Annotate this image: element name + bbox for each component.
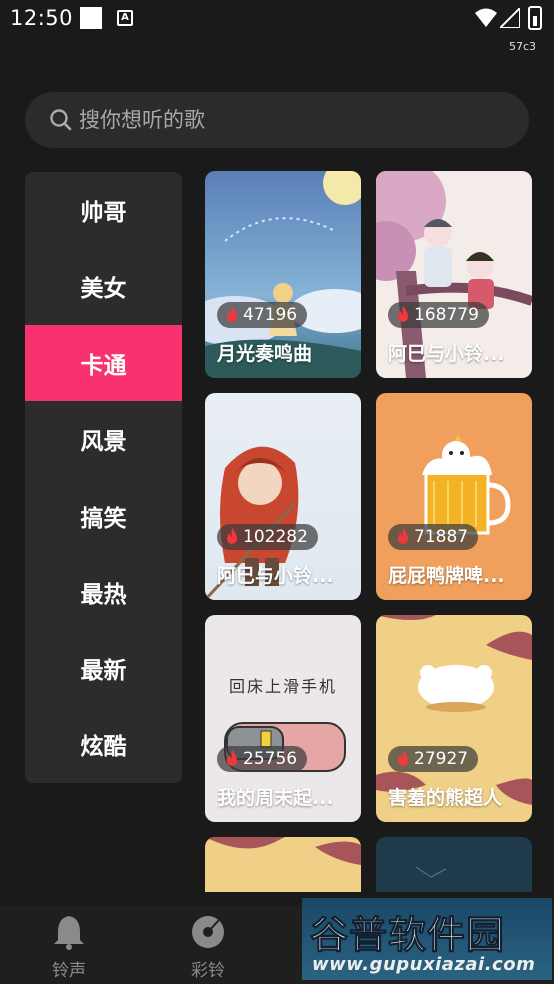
category-item-scenery[interactable]: 风景	[25, 401, 182, 477]
hot-count-badge: 47196	[217, 302, 308, 328]
status-time: 12:50	[10, 6, 74, 30]
nav-label: 铃声	[52, 961, 86, 981]
category-item-newest[interactable]: 最新	[25, 630, 182, 706]
nav-item-ringtone[interactable]: 铃声	[24, 906, 114, 984]
disc-icon	[192, 916, 224, 948]
category-item-funny[interactable]: 搞笑	[25, 478, 182, 554]
card-title: 屁屁鸭牌啤...	[388, 565, 505, 587]
hot-count: 47196	[243, 305, 298, 325]
category-sidebar: 帅哥 美女 卡通 风景 搞笑 最热 最新 炫酷	[25, 172, 182, 783]
wifi-icon	[475, 8, 497, 27]
hot-count-badge: 27927	[388, 746, 479, 772]
hot-count: 71887	[414, 527, 469, 547]
category-item-hottest[interactable]: 最热	[25, 554, 182, 630]
category-item-beauty[interactable]: 美女	[25, 248, 182, 324]
status-bar: 12:50 A 57c3	[0, 0, 554, 53]
battery-icon	[528, 6, 542, 30]
ringtone-card[interactable]: 102282 阿巳与小铃...	[205, 393, 361, 600]
category-item-cool[interactable]: 炫酷	[25, 706, 182, 782]
category-item-handsome[interactable]: 帅哥	[25, 172, 182, 248]
ringtone-card-partial[interactable]	[376, 837, 532, 892]
card-title: 阿巳与小铃...	[217, 565, 334, 587]
hot-count-badge: 25756	[217, 746, 308, 772]
card-title: 月光奏鸣曲	[217, 343, 313, 365]
bell-icon	[54, 916, 84, 950]
flame-icon	[398, 306, 408, 322]
build-tag: 57c3	[508, 40, 536, 53]
hot-count: 27927	[414, 749, 469, 769]
notification-square-icon	[80, 7, 102, 29]
card-title: 害羞的熊超人	[388, 787, 503, 809]
nav-label: 彩铃	[191, 961, 225, 981]
ringtone-card[interactable]: 回床上滑手机 25756 我的周末起...	[205, 615, 361, 822]
nav-item-color-ring[interactable]: 彩铃	[163, 906, 253, 984]
ringtone-card[interactable]: 47196 月光奏鸣曲	[205, 171, 361, 378]
hot-count-badge: 71887	[388, 524, 479, 550]
flame-icon	[398, 528, 408, 544]
ringtone-card[interactable]: 27927 害羞的熊超人	[376, 615, 532, 822]
search-bar[interactable]	[25, 92, 529, 148]
ringtone-card[interactable]: 168779 阿巳与小铃...	[376, 171, 532, 378]
watermark-url: www.gupuxiazai.com	[312, 954, 536, 975]
notification-a-icon: A	[117, 10, 133, 26]
watermark-logo: 谷普软件园 www.gupuxiazai.com	[302, 898, 552, 980]
flame-icon	[227, 750, 237, 766]
category-item-cartoon[interactable]: 卡通	[25, 325, 182, 401]
partial-card-illustration	[376, 837, 532, 892]
flame-icon	[227, 306, 237, 322]
search-icon	[50, 109, 72, 131]
cell-signal-icon	[500, 8, 520, 28]
card-title: 阿巳与小铃...	[388, 343, 505, 365]
hot-count: 102282	[243, 527, 308, 547]
card-art-caption: 回床上滑手机	[228, 677, 337, 696]
watermark-brand: 谷普软件园	[309, 913, 506, 958]
ringtone-card[interactable]: 71887 屁屁鸭牌啤...	[376, 393, 532, 600]
hot-count-badge: 102282	[217, 524, 318, 550]
hot-count: 25756	[243, 749, 298, 769]
hot-count-badge: 168779	[388, 302, 489, 328]
flame-icon	[398, 750, 408, 766]
card-title: 我的周末起...	[217, 787, 334, 809]
search-input[interactable]	[79, 92, 499, 148]
hot-count: 168779	[414, 305, 479, 325]
partial-card-illustration	[205, 837, 361, 892]
ringtone-card-partial[interactable]	[205, 837, 361, 892]
flame-icon	[227, 528, 237, 544]
